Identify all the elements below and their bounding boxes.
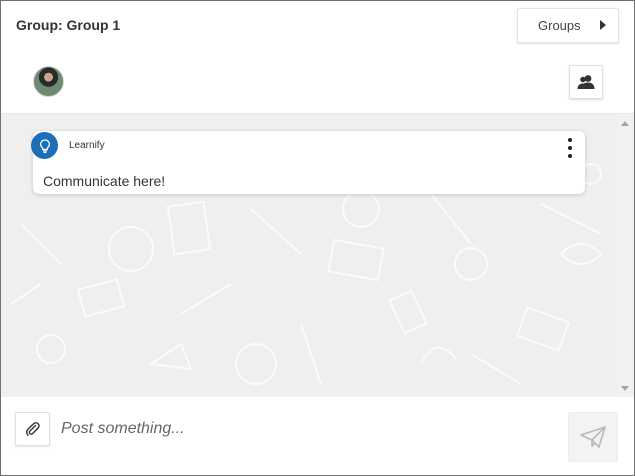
group-chat-window: Group: Group 1 Groups Learnify Communica… — [0, 0, 635, 476]
message-card: Learnify Communicate here! — [31, 131, 585, 194]
message-text: Communicate here! — [43, 173, 166, 189]
attach-button[interactable] — [15, 412, 50, 446]
scroll-up-arrow-icon[interactable] — [621, 121, 629, 126]
message-sender: Learnify — [69, 140, 105, 151]
paper-plane-icon — [580, 426, 606, 448]
chat-scrollbar[interactable] — [616, 114, 634, 397]
more-options-icon[interactable] — [565, 138, 575, 158]
groups-button-label: Groups — [538, 18, 581, 33]
chat-header: Group: Group 1 Groups — [1, 1, 634, 113]
members-button[interactable] — [569, 65, 603, 99]
chat-feed[interactable]: Learnify Communicate here! — [1, 113, 634, 397]
send-button[interactable] — [568, 412, 618, 462]
scroll-down-arrow-icon[interactable] — [621, 386, 629, 391]
message-composer — [1, 397, 634, 475]
lightbulb-icon — [31, 132, 58, 159]
group-title: Group: Group 1 — [16, 17, 121, 33]
groups-button[interactable]: Groups — [517, 8, 619, 43]
users-icon — [577, 75, 595, 89]
post-input[interactable] — [61, 415, 551, 443]
avatar[interactable] — [33, 66, 64, 97]
paperclip-icon — [25, 422, 40, 436]
caret-right-icon — [600, 20, 606, 30]
